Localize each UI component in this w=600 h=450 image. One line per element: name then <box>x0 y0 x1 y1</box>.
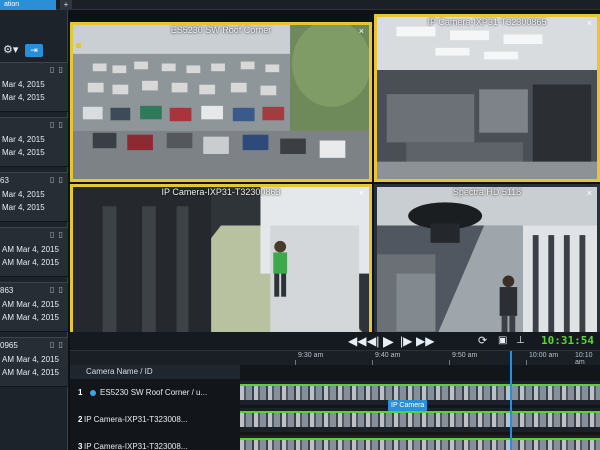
replay-icon[interactable]: ⟳ <box>478 334 487 348</box>
next-icon[interactable]: ▶▶ <box>416 334 434 348</box>
add-tab-button[interactable]: + <box>60 0 72 10</box>
camera-feed-corridor <box>377 187 597 339</box>
track-label[interactable]: 1 ES5230 SW Roof Corner / u... <box>70 381 240 405</box>
close-icon[interactable]: × <box>359 26 364 36</box>
ruler-tick-label: 9:40 am <box>375 352 401 359</box>
camera-icon <box>90 390 96 396</box>
clip-id: 63 <box>0 176 9 185</box>
camera-tile[interactable]: IP Camera-IXP31-T32300863 × <box>70 184 372 342</box>
clip-start: AM Mar 4, 2015 <box>2 355 59 364</box>
previous-icon[interactable]: ◀◀ <box>348 334 366 348</box>
clip-actions-icon[interactable]: ▯ ▯ <box>50 175 64 184</box>
track-number: 1 <box>78 388 83 397</box>
clip-list-panel: ⚙▾ ⇥ ▯ ▯ Mar 4, 2015 Mar 4, 2015 ▯ ▯ Mar… <box>0 10 68 450</box>
clip-end: Mar 4, 2015 <box>2 148 45 157</box>
track-label[interactable]: 2 IP Camera-IXP31-T323008... <box>70 408 240 432</box>
camera-tile[interactable]: IP Camera-IXP31-T32300865 × <box>374 14 600 182</box>
ruler-tick-label: 9:50 am <box>452 352 478 359</box>
clip-start: Mar 4, 2015 <box>2 135 45 144</box>
camera-feed-hallway <box>73 187 369 339</box>
camera-feed-office <box>377 17 597 179</box>
camera-tile[interactable]: Spectra HD 5118 × <box>374 184 600 342</box>
gear-icon[interactable]: ⚙▾ <box>3 44 21 57</box>
clip-actions-icon[interactable]: ▯ ▯ <box>50 230 64 239</box>
video-grid: ES5230 SW Roof Corner × IP Camera-IXP31-… <box>70 12 600 342</box>
clip-end: Mar 4, 2015 <box>2 93 45 102</box>
panel-toolbar: ⚙▾ ⇥ <box>0 40 68 60</box>
clip-end: AM Mar 4, 2015 <box>2 313 59 322</box>
play-icon[interactable]: ▶ <box>383 334 394 348</box>
clip-end: AM Mar 4, 2015 <box>2 258 59 267</box>
tab-active[interactable]: ation <box>0 0 56 10</box>
clip-item[interactable]: ▯ ▯ Mar 4, 2015 Mar 4, 2015 <box>0 62 68 112</box>
current-time: 10:31:54 <box>541 334 594 347</box>
clip-start: AM Mar 4, 2015 <box>2 300 59 309</box>
time-ruler[interactable]: 9:30 am 9:40 am 9:50 am 10:00 am 10:10 a… <box>70 351 600 366</box>
ruler-line <box>295 360 296 365</box>
track-name: ES5230 SW Roof Corner / u... <box>100 388 208 397</box>
track-number: 3 <box>78 442 83 450</box>
ruler-tick-label: 10:00 am <box>529 352 559 359</box>
timeline: 9:30 am 9:40 am 9:50 am 10:00 am 10:10 a… <box>70 350 600 450</box>
clip-start: AM Mar 4, 2015 <box>2 245 59 254</box>
clip-actions-icon[interactable]: ▯ ▯ <box>50 340 64 349</box>
camera-title: ES5230 SW Roof Corner <box>170 25 272 35</box>
thumbnail-strip <box>240 440 600 450</box>
snapshot-icon[interactable]: ▣ <box>498 334 507 348</box>
ruler-line <box>372 360 373 365</box>
column-header[interactable]: Camera Name / ID <box>70 365 240 379</box>
clip-item[interactable]: 0965 ▯ ▯ AM Mar 4, 2015 AM Mar 4, 2015 <box>0 337 68 387</box>
clip-start: Mar 4, 2015 <box>2 190 45 199</box>
clip-item[interactable]: ▯ ▯ Mar 4, 2015 Mar 4, 2015 <box>0 117 68 167</box>
step-forward-icon[interactable]: |▶ <box>400 334 412 348</box>
clip-start: Mar 4, 2015 <box>2 80 45 89</box>
ruler-tick-label: 9:30 am <box>298 352 324 359</box>
playhead[interactable] <box>510 351 512 450</box>
clip-item[interactable]: ▯ ▯ AM Mar 4, 2015 AM Mar 4, 2015 <box>0 227 68 277</box>
clip-actions-icon[interactable]: ▯ ▯ <box>50 120 64 129</box>
clip-item[interactable]: 863 ▯ ▯ AM Mar 4, 2015 AM Mar 4, 2015 <box>0 282 68 332</box>
top-bar: ation + <box>0 0 600 10</box>
clip-item[interactable]: 63 ▯ ▯ Mar 4, 2015 Mar 4, 2015 <box>0 172 68 222</box>
tile-handle-icon[interactable] <box>76 43 81 48</box>
clip-actions-icon[interactable]: ▯ ▯ <box>50 65 64 74</box>
camera-feed-parking-lot <box>73 25 369 179</box>
clip-end: Mar 4, 2015 <box>2 203 45 212</box>
thumbnail-strip <box>240 386 600 400</box>
camera-title: IP Camera-IXP31-T32300863 <box>161 187 281 197</box>
camera-title: Spectra HD 5118 <box>452 187 522 197</box>
clip-end: AM Mar 4, 2015 <box>2 368 59 377</box>
track-lane[interactable] <box>240 435 600 450</box>
thumbnail-strip <box>240 413 600 427</box>
track-label[interactable]: 3 IP Camera-IXP31-T323008... <box>70 435 240 450</box>
ruler-tick-label: 10:10 am <box>575 352 593 366</box>
camera-tile[interactable]: ES5230 SW Roof Corner × <box>70 22 372 182</box>
track-name: IP Camera-IXP31-T323008... <box>84 442 188 450</box>
ruler-line <box>526 360 527 365</box>
clip-id: 0965 <box>0 341 18 350</box>
clip-actions-icon[interactable]: ▯ ▯ <box>50 285 64 294</box>
close-icon[interactable]: × <box>587 188 592 198</box>
close-icon[interactable]: × <box>587 18 592 28</box>
clip-id: 863 <box>0 286 14 295</box>
export-icon[interactable]: ⇥ <box>25 44 43 57</box>
track-name: IP Camera-IXP31-T323008... <box>84 415 188 424</box>
close-icon[interactable]: × <box>359 188 364 198</box>
camera-title: IP Camera-IXP31-T32300865 <box>427 17 547 27</box>
playback-controls: ◀◀ ◀| ▶ |▶ ▶▶ ⟳ ▣ ⊥ 10:31:54 <box>70 332 600 350</box>
export-clip-icon[interactable]: ⊥ <box>516 334 525 348</box>
track-number: 2 <box>78 415 83 424</box>
ruler-line <box>449 360 450 365</box>
track-lane[interactable]: IP Camera <box>240 400 600 432</box>
step-back-icon[interactable]: ◀| <box>367 334 379 348</box>
bookmark-marker[interactable]: IP Camera <box>388 400 428 411</box>
